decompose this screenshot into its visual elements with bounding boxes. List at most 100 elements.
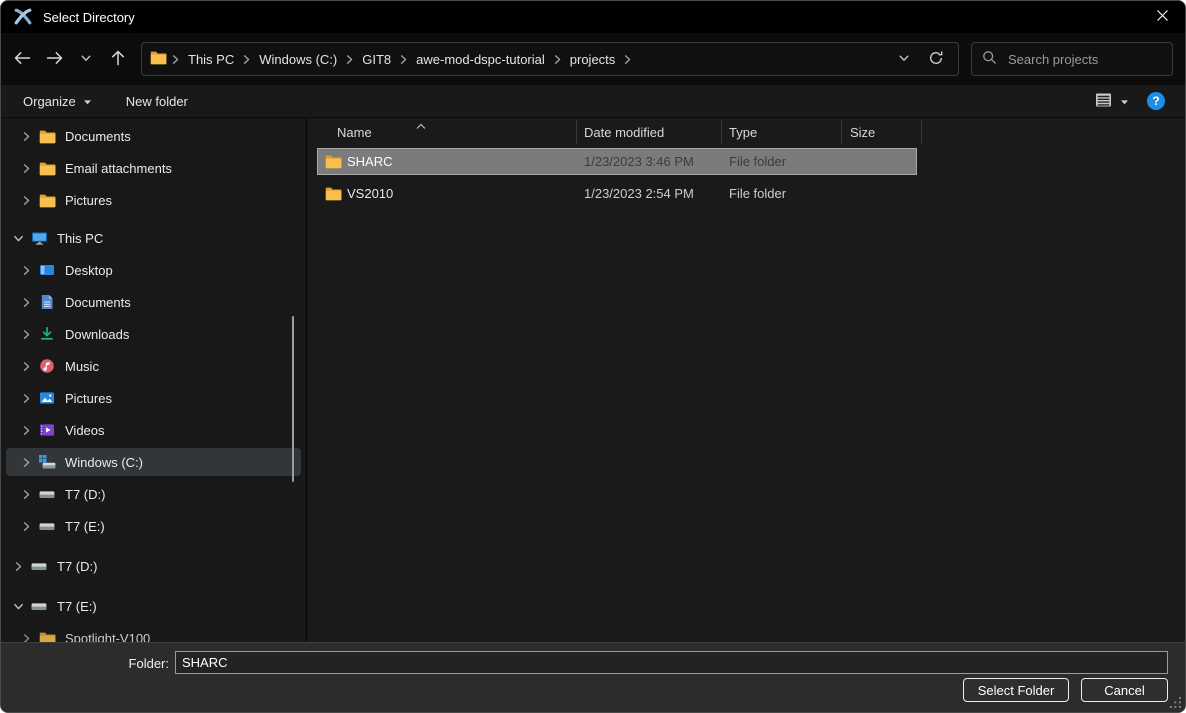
sidebar-item-t7-d[interactable]: T7 (D:) — [6, 552, 301, 580]
chevron-right-icon[interactable] — [20, 131, 32, 142]
refresh-button[interactable] — [922, 45, 950, 73]
search-box — [971, 42, 1173, 76]
select-directory-dialog: Select Directory This PC Windows (C:) GIT8… — [0, 0, 1186, 713]
organize-label: Organize — [23, 94, 76, 109]
refresh-icon — [928, 50, 944, 69]
sidebar-item-music[interactable]: Music — [6, 352, 301, 380]
sidebar-item-label: Pictures — [65, 391, 112, 406]
address-dropdown-button[interactable] — [890, 45, 918, 73]
title-bar: Select Directory — [1, 1, 1185, 33]
sidebar-item-spotlight-v100[interactable]: Spotlight-V100 — [6, 624, 301, 642]
cancel-button[interactable]: Cancel — [1081, 678, 1168, 702]
column-separator[interactable] — [576, 120, 577, 144]
up-button[interactable] — [103, 42, 133, 76]
breadcrumb-item-awe-mod-dspc-tutorial[interactable]: awe-mod-dspc-tutorial — [410, 52, 551, 67]
column-header-date-modified[interactable]: Date modified — [584, 125, 664, 140]
address-bar[interactable]: This PC Windows (C:) GIT8 awe-mod-dspc-tuto… — [141, 42, 959, 76]
sidebar-item-documents[interactable]: Documents — [6, 288, 301, 316]
sidebar-item-videos[interactable]: Videos — [6, 416, 301, 444]
file-row-sharc[interactable]: SHARC1/23/2023 3:46 PMFile folder — [317, 148, 917, 175]
caret-down-icon — [1120, 94, 1129, 109]
sidebar-item-pictures[interactable]: Pictures — [6, 186, 301, 214]
chevron-right-icon[interactable] — [20, 297, 32, 308]
chevron-right-icon[interactable] — [20, 425, 32, 436]
sidebar-item-documents[interactable]: Documents — [6, 122, 301, 150]
breadcrumb-item-git8[interactable]: GIT8 — [356, 52, 397, 67]
drive-icon — [37, 486, 57, 502]
file-name: SHARC — [347, 148, 393, 175]
sidebar-item-this-pc[interactable]: This PC — [6, 224, 301, 252]
chevron-right-icon[interactable] — [20, 163, 32, 174]
nav-buttons — [7, 42, 133, 76]
folder-name-input[interactable] — [175, 651, 1168, 674]
column-header-size[interactable]: Size — [850, 125, 875, 140]
navigation-tree: Documents Email attachments Pictures This P… — [1, 118, 306, 642]
view-mode-button[interactable] — [1086, 87, 1137, 116]
sidebar-item-t7-d[interactable]: T7 (D:) — [6, 480, 301, 508]
chevron-right-icon[interactable] — [20, 521, 32, 532]
breadcrumb: This PC Windows (C:) GIT8 awe-mod-dspc-tuto… — [169, 52, 634, 67]
drive-icon — [37, 518, 57, 534]
close-button[interactable] — [1139, 1, 1185, 32]
column-separator[interactable] — [721, 120, 722, 144]
chevron-right-icon[interactable] — [20, 361, 32, 372]
column-header-name[interactable]: Name — [337, 125, 372, 140]
column-separator[interactable] — [921, 120, 922, 144]
organize-button[interactable]: Organize — [15, 89, 100, 114]
tree-scrollbar[interactable] — [292, 316, 294, 482]
select-folder-button[interactable]: Select Folder — [963, 678, 1069, 702]
sidebar-item-downloads[interactable]: Downloads — [6, 320, 301, 348]
recent-locations-button[interactable] — [71, 42, 101, 76]
drive-icon — [29, 598, 49, 614]
chevron-down-icon[interactable] — [12, 601, 24, 612]
sidebar-item-label: Music — [65, 359, 99, 374]
chevron-right-icon[interactable] — [20, 329, 32, 340]
downloads-icon — [37, 326, 57, 342]
back-button[interactable] — [7, 42, 37, 76]
chevron-right-icon[interactable] — [551, 54, 564, 65]
sidebar-item-email-attachments[interactable]: Email attachments — [6, 154, 301, 182]
folder-icon — [37, 193, 57, 208]
sidebar-item-desktop[interactable]: Desktop — [6, 256, 301, 284]
sidebar-item-t7-e[interactable]: T7 (E:) — [6, 592, 301, 620]
breadcrumb-item-projects[interactable]: projects — [564, 52, 622, 67]
breadcrumb-item-windows-c[interactable]: Windows (C:) — [253, 52, 343, 67]
chevron-right-icon[interactable] — [20, 489, 32, 500]
folder-icon — [37, 161, 57, 176]
file-type: File folder — [729, 148, 786, 175]
search-input[interactable] — [1006, 51, 1162, 68]
folder-icon — [150, 50, 167, 68]
new-folder-button[interactable]: New folder — [118, 89, 196, 114]
music-icon — [37, 358, 57, 374]
folder-icon — [37, 631, 57, 643]
chevron-down-icon[interactable] — [12, 233, 24, 244]
file-row-vs2010[interactable]: VS20101/23/2023 2:54 PMFile folder — [317, 180, 917, 207]
chevron-right-icon[interactable] — [12, 561, 24, 572]
chevron-right-icon[interactable] — [20, 633, 32, 643]
chevron-right-icon[interactable] — [20, 393, 32, 404]
sidebar-item-label: Documents — [65, 129, 131, 144]
chevron-right-icon[interactable] — [343, 54, 356, 65]
sidebar-item-label: Documents — [65, 295, 131, 310]
chevron-right-icon[interactable] — [20, 195, 32, 206]
chevron-right-icon[interactable] — [20, 457, 32, 468]
chevron-right-icon[interactable] — [621, 54, 634, 65]
column-separator[interactable] — [841, 120, 842, 144]
breadcrumb-item-this-pc[interactable]: This PC — [182, 52, 240, 67]
help-button[interactable]: ? — [1147, 92, 1165, 110]
navigation-bar: This PC Windows (C:) GIT8 awe-mod-dspc-tuto… — [1, 33, 1185, 85]
resize-grip-icon[interactable] — [1170, 696, 1181, 711]
sidebar-item-windows-c[interactable]: Windows (C:) — [6, 448, 301, 476]
forward-button[interactable] — [39, 42, 69, 76]
details-view-icon — [1094, 92, 1113, 111]
column-header-type[interactable]: Type — [729, 125, 757, 140]
sidebar-item-pictures[interactable]: Pictures — [6, 384, 301, 412]
folder-icon — [325, 186, 342, 204]
desktop-icon — [37, 262, 57, 278]
chevron-right-icon[interactable] — [169, 54, 182, 65]
file-rows: SHARC1/23/2023 3:46 PMFile folder VS20101… — [317, 148, 917, 207]
chevron-right-icon[interactable] — [20, 265, 32, 276]
sidebar-item-t7-e[interactable]: T7 (E:) — [6, 512, 301, 540]
chevron-right-icon[interactable] — [240, 54, 253, 65]
chevron-right-icon[interactable] — [397, 54, 410, 65]
